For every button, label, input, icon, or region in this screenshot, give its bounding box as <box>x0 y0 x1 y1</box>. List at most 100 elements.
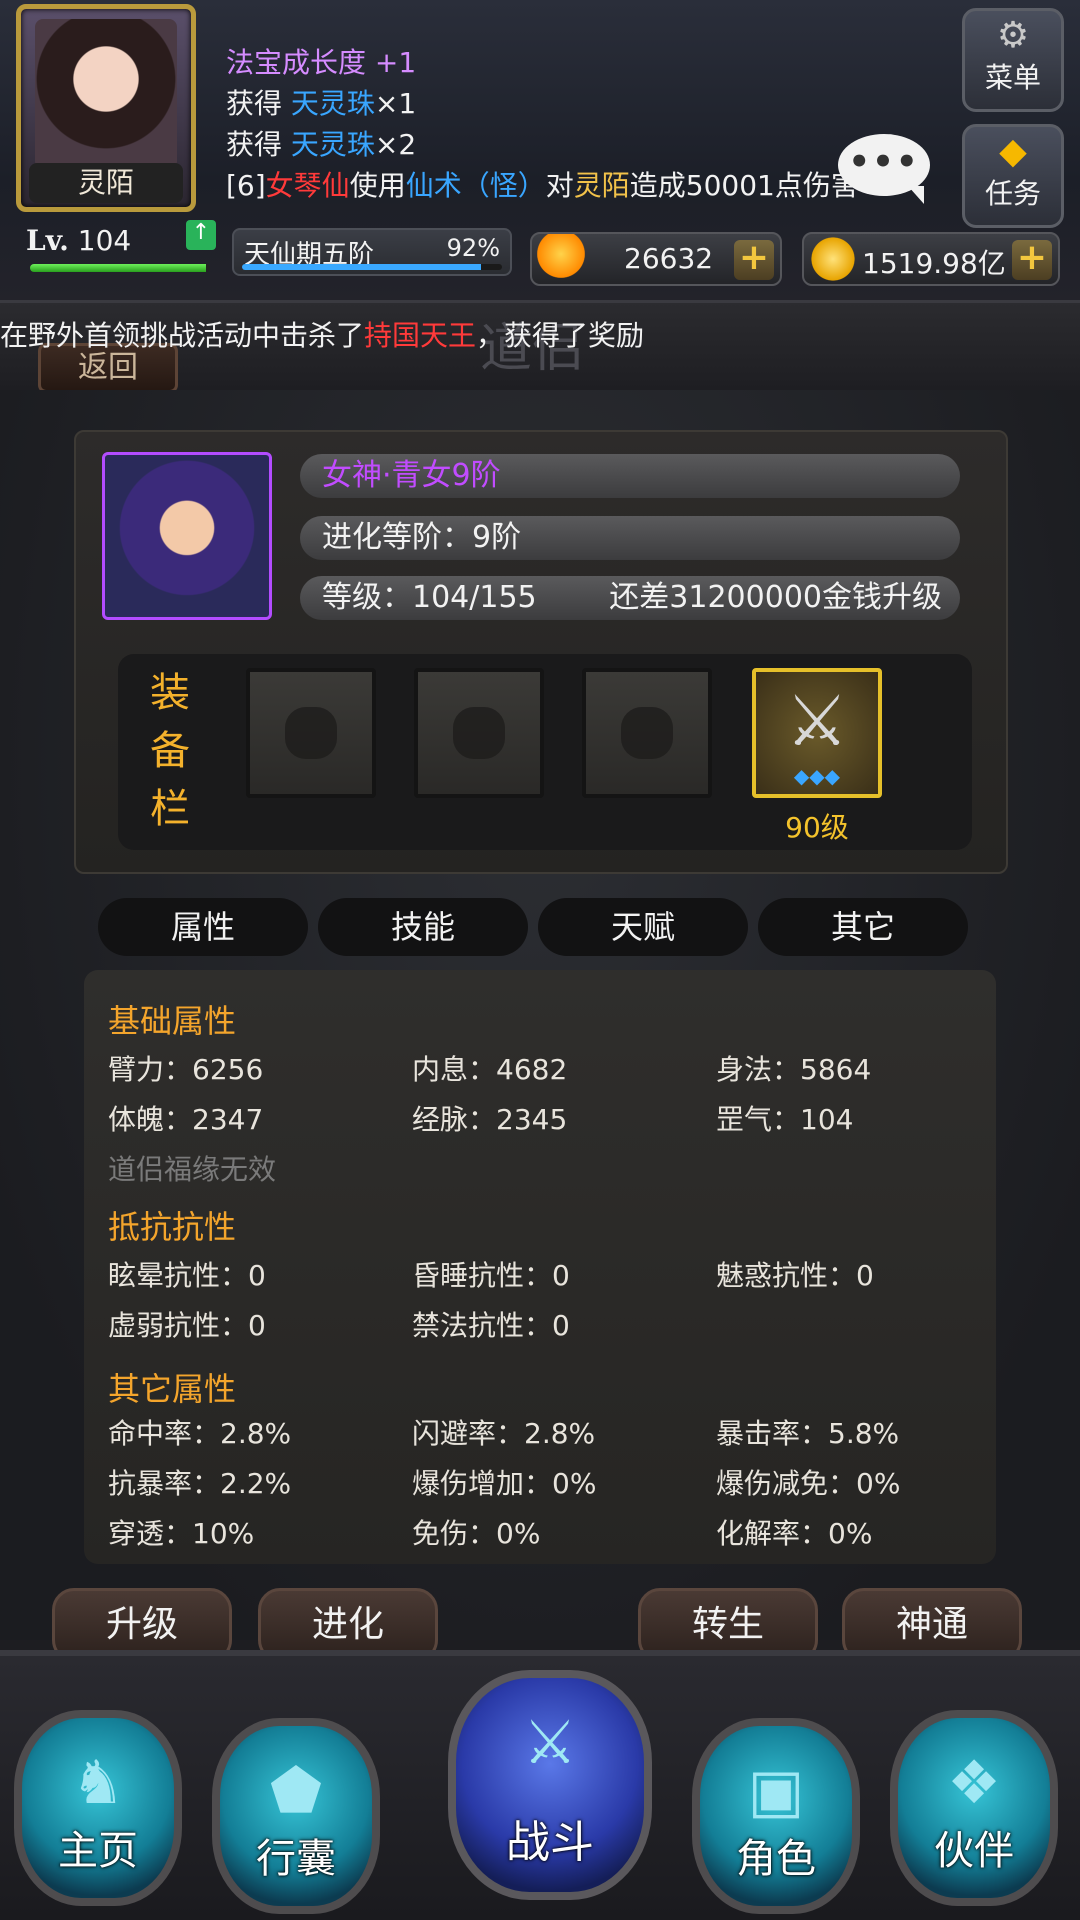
chat-segment: 对 <box>545 169 574 202</box>
necklace-icon <box>453 707 505 759</box>
nav-role[interactable]: ▣ 角色 <box>692 1718 860 1914</box>
menu-label: 菜单 <box>984 61 1041 94</box>
chat-segment: 仙术（怪） <box>405 169 546 202</box>
chat-bubble-dots: ••• <box>848 142 920 182</box>
hero-stage-bar: 进化等阶：9阶 <box>300 516 960 560</box>
chat-segment: 女琴仙 <box>265 169 350 202</box>
gem-icon <box>536 234 586 284</box>
nav-label: 战斗 <box>506 1817 594 1868</box>
stat-value: 闪避率：2.8% <box>412 1417 596 1450</box>
resistance-heading: 抵抗抗性 <box>108 1208 237 1246</box>
stat-value: 暴击率：5.8% <box>716 1417 900 1450</box>
nav-home[interactable]: ♞ 主页 <box>14 1710 182 1906</box>
chat-segment: 天灵珠 <box>290 128 375 161</box>
player-level: Lv. 104 ↑ <box>26 220 216 274</box>
task-button[interactable]: ◆ 任务 <box>962 124 1064 228</box>
equipment-slot-empty[interactable] <box>414 668 544 798</box>
gold-currency: 1519.98亿 + <box>802 232 1060 286</box>
chat-segment: 获得 <box>226 128 291 161</box>
basic-attributes-heading: 基础属性 <box>108 1002 237 1040</box>
stat-value: 禁法抗性：0 <box>412 1309 570 1342</box>
gear-icon: ⚙ <box>996 15 1030 56</box>
stat-value: 体魄：2347 <box>108 1103 264 1136</box>
nav-fight[interactable]: ⚔ 战斗 <box>448 1670 652 1900</box>
exp-bar-fill <box>30 264 207 272</box>
realm-progress: 天仙期五阶 92% <box>232 228 512 276</box>
pouch-icon: ⬟ <box>269 1756 323 1826</box>
add-gold-button[interactable]: + <box>1012 240 1052 280</box>
chat-segment: ×1 <box>374 87 417 120</box>
sword-icon: ⚔ <box>523 1708 577 1778</box>
gold-amount: 1519.98亿 <box>862 247 1006 280</box>
menu-button[interactable]: ⚙ 菜单 <box>962 8 1064 112</box>
chest-icon: ▣ <box>747 1756 805 1826</box>
tab-skills[interactable]: 技能 <box>318 898 528 956</box>
stat-value: 内息：4682 <box>412 1053 568 1086</box>
nav-partner[interactable]: ❖ 伙伴 <box>890 1710 1058 1906</box>
level-up-arrow-icon: ↑ <box>186 220 216 250</box>
gem-amount: 26632 <box>624 242 714 275</box>
marquee-segment: ，获得了奖励 <box>476 319 645 352</box>
nav-bag[interactable]: ⬟ 行囊 <box>212 1718 380 1914</box>
marquee-segment: 在野外首领挑战活动中击杀了 <box>0 319 365 352</box>
avatar-name: 灵陌 <box>29 163 183 203</box>
chat-segment: 天灵珠 <box>290 87 375 120</box>
stat-value: 抗暴率：2.2% <box>108 1467 292 1500</box>
stat-value: 免伤：0% <box>412 1517 541 1550</box>
chat-line: 获得 天灵珠×1 <box>226 83 946 124</box>
upgrade-cost: 还差31200000金钱升级 <box>609 580 942 615</box>
horse-icon: ♞ <box>71 1748 125 1818</box>
equipment-label-char: 装 <box>150 670 190 716</box>
stat-value: 命中率：2.8% <box>108 1417 292 1450</box>
equipment-slot-weapon[interactable]: ⚔ ◆◆◆ <box>752 668 882 798</box>
chat-bubble-icon[interactable]: ••• <box>838 134 930 204</box>
exp-bar <box>30 264 210 272</box>
hero-level-bar: 等级：104/155 还差31200000金钱升级 <box>300 576 960 620</box>
equipment-label: 装 备 栏 <box>148 664 192 838</box>
chat-segment: 使用 <box>349 169 406 202</box>
chat-segment: [6] <box>226 169 266 202</box>
equipment-label-char: 备 <box>150 728 190 774</box>
stat-value: 眩晕抗性：0 <box>108 1259 266 1292</box>
beast-icon: ❖ <box>947 1748 1001 1818</box>
realm-bar <box>242 264 502 270</box>
chat-segment: 造成50001点伤害 <box>629 169 859 202</box>
equipment-slot-empty[interactable] <box>582 668 712 798</box>
gem-rating: ◆◆◆ <box>793 764 841 788</box>
chat-segment: 法宝成长度 <box>226 46 375 79</box>
tab-attributes[interactable]: 属性 <box>98 898 308 956</box>
book-icon <box>621 707 673 759</box>
marquee-segment: 持国天王 <box>364 319 477 352</box>
stat-value: 昏睡抗性：0 <box>412 1259 570 1292</box>
stat-value: 化解率：0% <box>716 1517 873 1550</box>
avatar-portrait <box>35 19 177 169</box>
chat-line: 法宝成长度 +1 <box>226 42 946 83</box>
hero-level: 等级：104/155 <box>322 580 537 615</box>
hero-stage: 进化等阶：9阶 <box>322 520 522 555</box>
equipment-slot-empty[interactable] <box>246 668 376 798</box>
level-text: Lv. 104 <box>26 224 131 257</box>
stat-note: 道侣福缘无效 <box>108 1153 277 1186</box>
stat-value: 虚弱抗性：0 <box>108 1309 266 1342</box>
equipment-label-char: 栏 <box>150 786 190 832</box>
add-gems-button[interactable]: + <box>734 240 774 280</box>
coin-icon <box>808 234 858 284</box>
chat-segment: +1 <box>374 46 417 79</box>
top-hud: 灵陌 法宝成长度 +1 获得 天灵珠×1 获得 天灵珠×2 [6]女琴仙使用仙术（怪）… <box>0 0 1080 300</box>
nav-label: 主页 <box>58 1828 138 1874</box>
stat-value: 魅惑抗性：0 <box>716 1259 874 1292</box>
level-value: 104 <box>77 224 132 257</box>
hero-portrait[interactable] <box>102 452 272 620</box>
tab-talents[interactable]: 天赋 <box>538 898 748 956</box>
hero-name-bar: 女神·青女9阶 <box>300 454 960 498</box>
stat-value: 臂力：6256 <box>108 1053 264 1086</box>
stat-value: 身法：5864 <box>716 1053 872 1086</box>
chat-segment: 获得 <box>226 87 291 120</box>
nav-label: 伙伴 <box>934 1828 1014 1874</box>
nav-label: 行囊 <box>256 1836 336 1882</box>
stat-value: 穿透：10% <box>108 1517 255 1550</box>
gem-currency: 26632 + <box>530 232 782 286</box>
tab-other[interactable]: 其它 <box>758 898 968 956</box>
task-label: 任务 <box>984 177 1041 210</box>
player-avatar[interactable]: 灵陌 <box>16 4 196 212</box>
